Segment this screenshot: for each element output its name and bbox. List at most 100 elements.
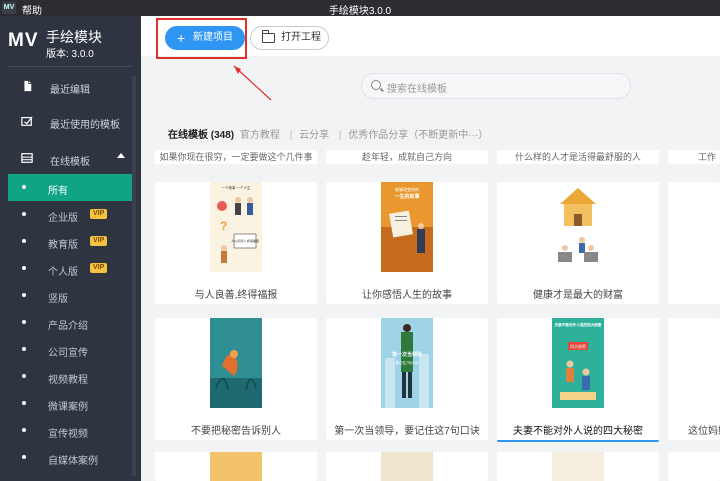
template-card[interactable] [155, 452, 317, 481]
subnav-label: 公司宣传 [48, 348, 88, 359]
template-thumbnail [381, 452, 433, 481]
subnav-item[interactable]: 产品介绍 [8, 309, 132, 336]
bullet-icon [22, 185, 26, 189]
nav-online-templates[interactable]: 在线模板 [0, 146, 141, 172]
subnav-item[interactable]: 公司宣传 [8, 336, 132, 363]
template-card[interactable]: 如果你现在很穷，一定要做这个几件事 [155, 150, 317, 164]
template-card[interactable]: 工作 [668, 150, 720, 164]
template-card[interactable]: 第一次当领导 要记住7句口诀 第一次当领导，要记住这7句口诀 [326, 318, 488, 440]
template-thumbnail: 能够改变你的 一生的故事 [381, 182, 433, 272]
subnav-label: 竖版 [48, 294, 68, 305]
bullet-icon [22, 320, 26, 324]
nav-recent-templates[interactable]: 最近使用的模板 [0, 109, 141, 135]
template-caption: 如果你现在很穷，一定要做这个几件事 [159, 152, 313, 162]
subnav-item[interactable]: 所有 [8, 174, 132, 201]
bullet-icon [22, 212, 26, 216]
subnav-label: 产品介绍 [48, 321, 88, 332]
tab-cloud-share[interactable]: 云分享 [299, 130, 329, 141]
template-caption: 工作 [698, 152, 717, 162]
template-card[interactable]: 能够改变你的 一生的故事 让你感悟人生的故事 [326, 182, 488, 304]
sidebar: MV 手绘模块 版本: 3.0.0 最近编辑 最近使用的模板 在线模板 所有企业… [0, 16, 141, 481]
tab-separator: | [289, 130, 293, 141]
bullet-icon [22, 293, 26, 297]
subnav-label: 微课案例 [48, 402, 88, 413]
list-icon [21, 153, 33, 163]
thumb-text: 夫妻不能对外人说的四大秘密 [554, 322, 602, 327]
template-caption: 健康才是最大的财富 [533, 290, 623, 301]
template-caption: 与人良善,终得福报 [194, 290, 278, 301]
subnav-item[interactable]: 宣传视频 [8, 417, 132, 444]
subnav-label: 企业版 [48, 213, 78, 224]
subnav-item[interactable]: 自媒体案例 [8, 444, 132, 471]
template-thumbnail [552, 182, 604, 272]
brand-logo: MV [8, 30, 39, 51]
chevron-up-icon[interactable] [117, 153, 125, 158]
subnav-label: 视频教程 [48, 375, 88, 386]
brand-version: 版本: 3.0.0 [46, 49, 94, 60]
template-caption: 趁年轻，成就自己方向 [361, 152, 452, 162]
bullet-icon [22, 347, 26, 351]
vip-badge: VIP [90, 236, 108, 246]
brand: MV 手绘模块 版本: 3.0.0 [0, 16, 141, 66]
template-thumbnail: 第一次当领导 要记住7句口诀 [381, 318, 433, 408]
tab-online-templates[interactable]: 在线模板 (348) [168, 130, 234, 141]
vip-badge: VIP [90, 209, 108, 219]
bullet-icon [22, 374, 26, 378]
tab-official[interactable]: 官方教程 [240, 130, 280, 141]
brand-name: 手绘模块 [46, 29, 102, 45]
search-box[interactable]: 搜索在线模板 [361, 73, 631, 99]
template-card[interactable]: 不要把秘密告诉别人 [155, 318, 317, 440]
template-card[interactable] [668, 452, 720, 481]
search-placeholder: 搜索在线模板 [387, 84, 447, 95]
svg-text:?: ? [220, 219, 227, 233]
template-caption: 第一次当领导，要记住这7句口诀 [334, 426, 480, 437]
subnav-item[interactable]: 教育版 VIP [8, 228, 132, 255]
title-bar: MV 帮助 手绘模块3.0.0 [0, 0, 720, 17]
template-card[interactable]: 一个故事 一个人生 ? 人以善待人 终得福报 与人良善,终得福报 [155, 182, 317, 304]
thumb-text: 要记住7句口诀 [396, 360, 419, 365]
subnav-item[interactable]: 企业版 VIP [8, 201, 132, 228]
bullet-icon [22, 401, 26, 405]
divider [8, 66, 132, 67]
template-caption: 什么样的人才是活得最舒服的人 [514, 152, 641, 162]
template-caption: 夫妻不能对外人说的四大秘密 [513, 426, 643, 437]
subnav-item[interactable]: 竖版 [8, 282, 132, 309]
bullet-icon [22, 428, 26, 432]
tab-excellent-share[interactable]: 优秀作品分享（不断更新中···） [348, 130, 488, 141]
nav-label: 最近编辑 [50, 85, 90, 96]
template-card-selected[interactable]: 夫妻不能对外人说的四大秘密 四大秘密 夫妻不能对外人说的四大秘密 [497, 318, 659, 442]
edit-icon [21, 116, 33, 126]
subnav-label: 自媒体案例 [48, 456, 98, 467]
thumb-text: 四大秘密 [570, 343, 586, 349]
subnav-label: 所有 [48, 186, 68, 197]
template-card[interactable] [497, 452, 659, 481]
subnav-item[interactable]: 微课案例 [8, 390, 132, 417]
template-card[interactable]: 这位妈妈 [668, 318, 720, 440]
template-card[interactable]: 什么样的人才是活得最舒服的人 [497, 150, 659, 164]
document-icon [24, 80, 32, 92]
template-caption: 不要把秘密告诉别人 [191, 426, 281, 437]
category-tabs: 在线模板 (348) 官方教程 | 云分享 | 优秀作品分享（不断更新中···） [168, 126, 491, 141]
template-thumbnail [210, 452, 262, 481]
sidebar-scrollbar[interactable] [132, 76, 136, 476]
thumb-text: 一生的故事 [394, 193, 419, 200]
template-card[interactable]: 趁年轻，成就自己方向 [326, 150, 488, 164]
thumb-text: 人以善待人 终得福报 [231, 238, 259, 243]
bullet-icon [22, 266, 26, 270]
subnav-label: 个人版 [48, 267, 78, 278]
template-caption: 这位妈妈 [688, 426, 720, 437]
template-card[interactable]: 健康才是最大的财富 [497, 182, 659, 304]
template-thumbnail [552, 452, 604, 481]
thumb-text: 一个故事 一个人生 [222, 185, 251, 190]
main-area: + 新建项目 打开工程 搜索在线模板 在线模板 (348) 官方教程 | 云分享… [141, 16, 720, 481]
thumb-text: 第一次当领导 [392, 351, 422, 358]
template-card[interactable] [668, 182, 720, 304]
subnav-item[interactable]: 视频教程 [8, 363, 132, 390]
nav-label: 最近使用的模板 [50, 120, 120, 131]
subnav-item[interactable]: 个人版 VIP [8, 255, 132, 282]
window-title: 手绘模块3.0.0 [328, 6, 392, 17]
search-icon [371, 80, 381, 90]
vip-badge: VIP [90, 263, 108, 273]
template-card[interactable] [326, 452, 488, 481]
nav-recent-edit[interactable]: 最近编辑 [0, 74, 141, 100]
